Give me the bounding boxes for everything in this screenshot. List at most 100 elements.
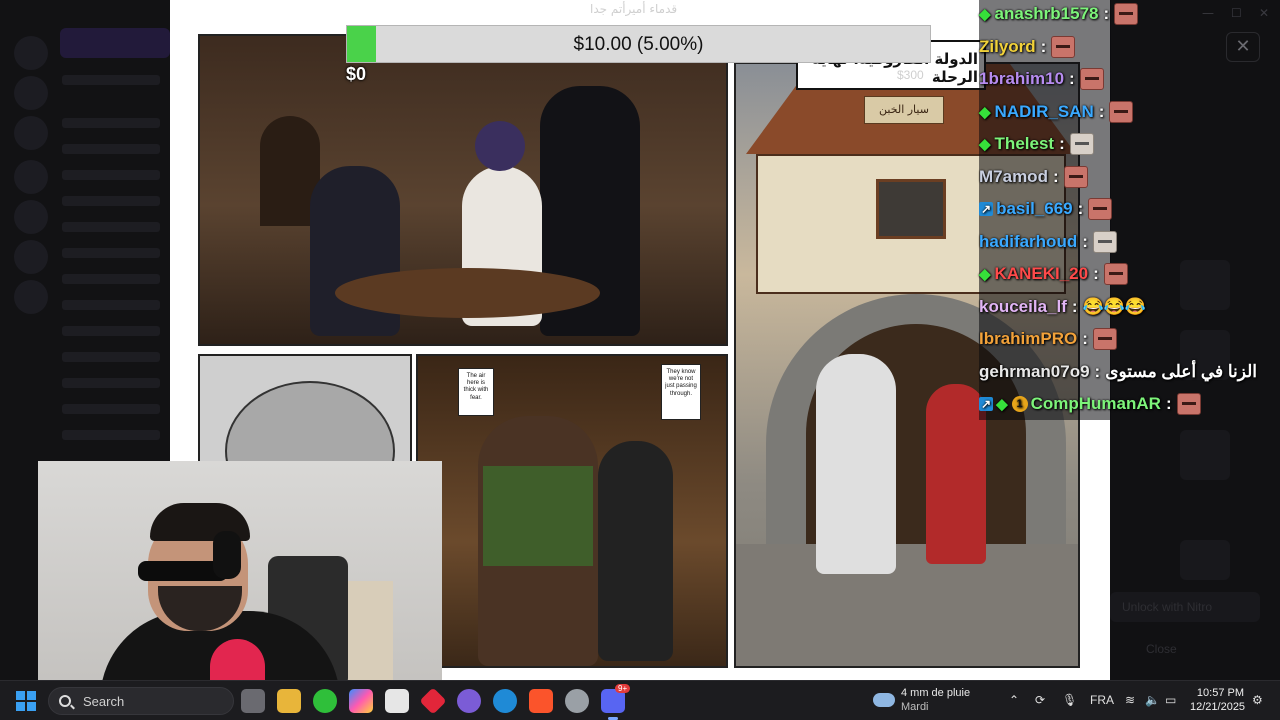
chat-username[interactable]: IbrahimPRO: [979, 329, 1077, 349]
file-explorer-icon[interactable]: [277, 689, 301, 713]
edge-icon[interactable]: [493, 689, 517, 713]
cobblestone-street: [736, 544, 1078, 666]
channel-item[interactable]: [62, 75, 160, 85]
house-window: [876, 179, 946, 239]
sync-icon[interactable]: ⟳: [1035, 693, 1045, 707]
chat-username[interactable]: gehrman07o9: [979, 362, 1090, 382]
clock-time: 10:57 PM: [1196, 687, 1244, 699]
channel-item[interactable]: [62, 274, 160, 284]
discord-notification-badge: 9+: [615, 684, 631, 693]
wifi-icon[interactable]: ≋: [1125, 693, 1135, 707]
chat-username[interactable]: hadifarhoud: [979, 232, 1077, 252]
clock[interactable]: 10:57 PM 12/21/2025: [1190, 686, 1245, 714]
chat-separator: :: [1040, 36, 1047, 56]
webcam-overlay: [38, 461, 442, 680]
close-text-button[interactable]: Close: [1146, 642, 1177, 656]
taskbar-search-box[interactable]: Search: [48, 687, 234, 715]
chat-separator: :: [1103, 4, 1110, 23]
brave-icon[interactable]: [529, 689, 553, 713]
weather-widget[interactable]: 4 mm de pluie Mardi: [873, 686, 970, 714]
manga-panel-crowd: The air here is thick with fear. They kn…: [416, 354, 728, 668]
twitch-icon[interactable]: [457, 689, 481, 713]
server-icon[interactable]: [14, 280, 48, 314]
character-red-outfit: [926, 384, 986, 564]
obs-icon[interactable]: [565, 689, 589, 713]
chat-username[interactable]: CompHumanAR: [1031, 394, 1161, 414]
chat-username[interactable]: Thelest: [995, 134, 1055, 154]
chat-emote-icon: [1109, 100, 1134, 123]
channel-item[interactable]: [62, 222, 160, 232]
chat-emote-icon: [1114, 3, 1139, 25]
channel-item[interactable]: [62, 378, 160, 388]
server-icon[interactable]: [14, 200, 48, 234]
settings-gear-icon[interactable]: ⚙: [1252, 693, 1263, 707]
nitro-tile[interactable]: [1180, 540, 1230, 580]
character-white-outfit: [816, 354, 896, 574]
chat-separator: :: [1052, 166, 1059, 186]
chat-message: M7amod:: [979, 161, 1088, 193]
chat-separator: :: [1077, 199, 1084, 218]
manga-panel-bald-face: [198, 354, 412, 464]
chat-message: ◆ NADIR_SAN:: [979, 96, 1134, 128]
task-view-icon[interactable]: [241, 689, 265, 713]
chat-username[interactable]: M7amod: [979, 167, 1048, 187]
tavern-table: [335, 268, 600, 318]
brute-shirt: [483, 466, 593, 566]
chat-message: gehrman07o9: الزنا في أعلى مستوى: [979, 356, 1257, 388]
nitro-tile[interactable]: [1180, 430, 1230, 480]
chat-username[interactable]: NADIR_SAN: [995, 102, 1094, 122]
microsoft-store-icon[interactable]: [385, 689, 409, 713]
subscriber-badge-icon: ◆: [979, 136, 991, 153]
chat-overlay: ◆ anashrb1578: Zilyord:1brahim10: ◆ NADIR_SA…: [979, 0, 1279, 420]
windows-start-icon[interactable]: [16, 691, 36, 711]
chat-message: kouceila_lf: 😂😂😂: [979, 291, 1146, 323]
channel-item[interactable]: [62, 170, 160, 180]
microphone-icon[interactable]: 🎙: [1062, 693, 1077, 707]
chat-username[interactable]: KANEKI_20: [995, 264, 1089, 284]
channel-item[interactable]: [62, 196, 160, 206]
chat-separator: :: [1082, 231, 1088, 251]
channel-item[interactable]: [62, 352, 160, 362]
discord-icon[interactable]: 9+: [601, 684, 631, 720]
chevron-up-icon[interactable]: ⌃: [1009, 693, 1019, 707]
channel-item[interactable]: [62, 248, 160, 258]
volume-icon[interactable]: 🔈: [1145, 693, 1160, 707]
channel-item[interactable]: [62, 326, 160, 336]
chat-username[interactable]: kouceila_lf: [979, 297, 1067, 317]
channel-item[interactable]: [62, 118, 160, 128]
gift-badge-icon: 1: [1011, 396, 1028, 412]
chat-message: ◆ anashrb1578:: [979, 0, 1139, 30]
search-icon: [59, 695, 71, 707]
unlock-nitro-label: Unlock with Nitro: [1122, 600, 1213, 614]
chat-username[interactable]: anashrb1578: [995, 4, 1099, 24]
app-red-diamond-icon[interactable]: [419, 687, 447, 715]
xbox-icon[interactable]: [313, 689, 337, 713]
channel-item[interactable]: [62, 430, 160, 440]
battery-icon[interactable]: ▭: [1165, 693, 1176, 707]
server-icon[interactable]: [14, 160, 48, 194]
server-icon[interactable]: [14, 76, 48, 110]
chat-username[interactable]: 1brahim10: [979, 69, 1064, 89]
chat-separator: :: [1082, 329, 1088, 348]
copilot-icon[interactable]: [349, 689, 373, 713]
manga-header-text: قدماء أميرأتم جدا: [590, 2, 678, 16]
server-icon[interactable]: [14, 36, 48, 70]
channel-item[interactable]: [62, 300, 160, 310]
chat-username[interactable]: Zilyord: [979, 37, 1036, 57]
speech-bubble: They know we're not just passing through…: [661, 364, 701, 420]
server-icon[interactable]: [14, 240, 48, 274]
donation-goal-max: $300: [897, 68, 924, 82]
chat-username[interactable]: basil_669: [996, 199, 1073, 219]
windows-taskbar: Search 9+ 4 mm de pluie Mardi ⌃ ⟳ 🎙 FRA …: [0, 680, 1280, 720]
taskbar-search-label: Search: [83, 693, 125, 709]
server-icon[interactable]: [14, 116, 48, 150]
language-indicator[interactable]: FRA: [1090, 693, 1114, 707]
chat-emote-icon: [1176, 393, 1201, 415]
chat-message: Zilyord:: [979, 31, 1076, 63]
channel-item[interactable]: [62, 144, 160, 154]
donation-goal-min: $0: [346, 64, 367, 84]
channel-item[interactable]: [62, 404, 160, 414]
chat-message: 1brahim10:: [979, 63, 1104, 95]
chat-emote-icon: [1079, 68, 1104, 90]
donation-goal-bar: $10.00 (5.00%): [346, 25, 931, 63]
